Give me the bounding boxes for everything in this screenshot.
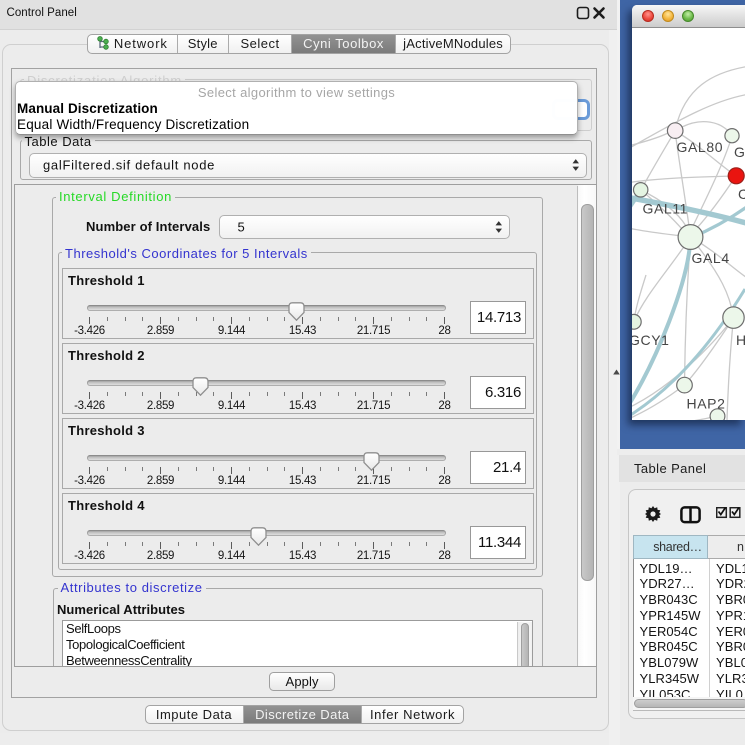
- svg-text:C: C: [738, 186, 745, 202]
- svg-text:GAL80: GAL80: [677, 139, 724, 155]
- svg-text:GAL11: GAL11: [643, 201, 689, 217]
- svg-text:GCY1: GCY1: [632, 332, 670, 348]
- svg-text:H: H: [736, 332, 745, 348]
- svg-text:HAP2: HAP2: [687, 396, 726, 412]
- svg-text:GAL4: GAL4: [692, 250, 730, 266]
- svg-text:GA: GA: [734, 144, 745, 160]
